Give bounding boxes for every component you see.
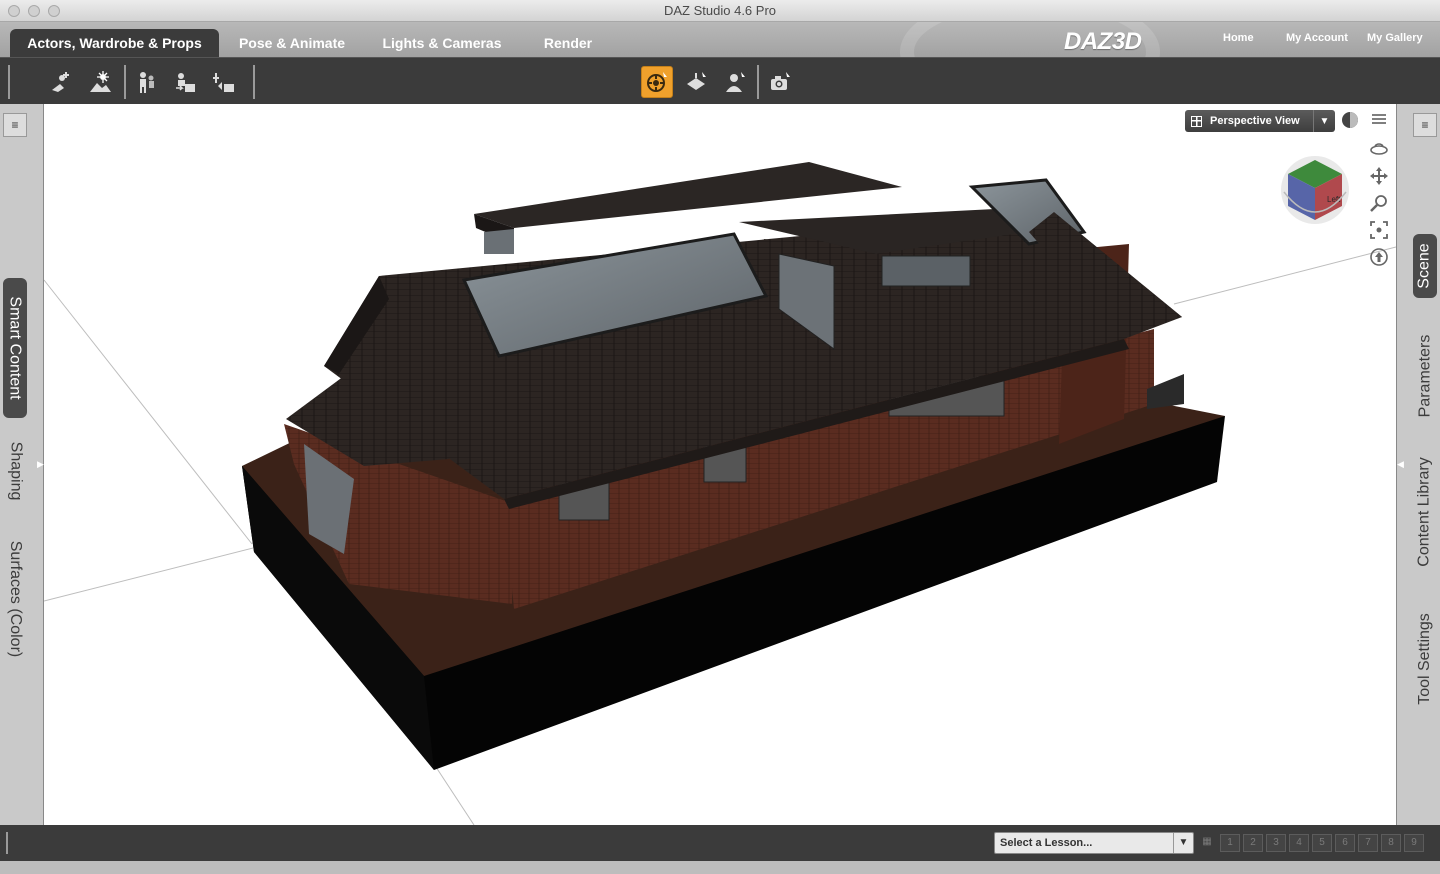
daz3d-logo[interactable]: DAZ3D — [1064, 28, 1142, 56]
main-toolbar — [0, 59, 1440, 104]
status-separator — [6, 832, 8, 854]
rear-window — [484, 229, 514, 254]
lesson-step-button[interactable]: 3 — [1266, 834, 1286, 852]
bottom-edge — [0, 861, 1440, 874]
lesson-step-button[interactable]: 1 — [1220, 834, 1240, 852]
home-link[interactable]: Home — [1223, 32, 1254, 44]
tab-lights-cameras[interactable]: Lights & Cameras — [370, 29, 514, 57]
title-bar: DAZ Studio 4.6 Pro — [0, 0, 1440, 22]
pan-icon[interactable] — [1368, 165, 1390, 187]
toolbar-separator — [124, 65, 126, 99]
scene-tool-icon[interactable] — [680, 66, 712, 98]
left-pane-tabs: ≡ Smart Content Shaping Surfaces (Color)… — [0, 104, 44, 825]
tab-shaping[interactable]: Shaping — [3, 434, 27, 508]
toolbar-separator — [8, 65, 10, 99]
lesson-step-button[interactable]: 8 — [1381, 834, 1401, 852]
lesson-step-button[interactable]: 4 — [1289, 834, 1309, 852]
viewport-options-icon[interactable] — [1368, 109, 1390, 131]
pane-options-icon[interactable]: ≡ — [1413, 113, 1437, 137]
orbit-icon[interactable] — [1368, 137, 1390, 159]
figure-icon[interactable] — [130, 66, 162, 98]
load-prop-icon[interactable] — [208, 66, 240, 98]
scene-render — [44, 162, 1396, 825]
grid-line — [44, 546, 258, 602]
tab-content-library-label: Content Library — [1416, 457, 1434, 567]
lesson-step-button[interactable]: 9 — [1404, 834, 1424, 852]
view-selector-label: Perspective View — [1210, 115, 1300, 127]
grid-line — [433, 763, 475, 825]
chevron-down-icon[interactable]: ▼ — [1173, 833, 1193, 853]
tab-parameters-label: Parameters — [1416, 334, 1434, 418]
tab-parameters[interactable]: Parameters — [1413, 326, 1437, 426]
lesson-step-button[interactable]: 6 — [1335, 834, 1355, 852]
pane-options-icon[interactable]: ≡ — [3, 113, 27, 137]
daz-studio-window: DAZ Studio 4.6 Pro Actors, Wardrobe & Pr… — [0, 0, 1440, 874]
toolbar-separator — [253, 65, 255, 99]
expand-right-pane-icon[interactable]: ◀ — [1397, 459, 1404, 470]
right-pane-tabs: ◀ ≡ Scene Parameters Content Library Too… — [1396, 104, 1440, 825]
figure-tool-icon[interactable] — [719, 66, 751, 98]
room-tab-bar: Actors, Wardrobe & Props Pose & Animate … — [0, 22, 1440, 58]
toolbar-separator — [757, 65, 759, 99]
lesson-select-label: Select a Lesson... — [1000, 837, 1093, 849]
tab-tool-settings-label: Tool Settings — [1416, 613, 1434, 705]
orientation-cube[interactable]: Left — [1280, 152, 1350, 228]
dormer-window — [881, 255, 971, 287]
status-bar: Select a Lesson... ▼ ▦ 1 2 3 4 5 6 7 8 9 — [0, 825, 1440, 861]
tab-render[interactable]: Render — [532, 29, 604, 57]
tab-scene-label: Scene — [1416, 243, 1433, 289]
zoom-icon[interactable] — [1368, 192, 1390, 214]
camera-icon[interactable] — [764, 66, 796, 98]
grid-line — [1173, 246, 1396, 305]
3d-viewport[interactable]: Perspective View ▼ Left — [44, 104, 1396, 825]
environment-icon[interactable] — [84, 66, 116, 98]
tab-surfaces-color[interactable]: Surfaces (Color) — [3, 532, 27, 666]
draw-style-icon[interactable] — [1339, 109, 1361, 131]
my-gallery-link[interactable]: My Gallery — [1367, 32, 1423, 44]
chevron-down-icon[interactable]: ▼ — [1313, 110, 1335, 132]
load-figure-icon[interactable] — [169, 66, 201, 98]
tab-pose-animate[interactable]: Pose & Animate — [226, 29, 358, 57]
viewport-layout-icon — [1191, 115, 1202, 127]
tab-smart-content-label: Smart Content — [7, 296, 24, 400]
lesson-step-button[interactable]: 2 — [1243, 834, 1263, 852]
tab-scene[interactable]: Scene — [1413, 234, 1437, 298]
my-account-link[interactable]: My Account — [1286, 32, 1348, 44]
tab-tool-settings[interactable]: Tool Settings — [1413, 604, 1437, 714]
lesson-grid-icon: ▦ — [1202, 836, 1212, 847]
lesson-step-button[interactable]: 5 — [1312, 834, 1332, 852]
tab-smart-content[interactable]: Smart Content — [3, 278, 27, 418]
reset-icon[interactable] — [1368, 246, 1390, 268]
tab-surfaces-color-label: Surfaces (Color) — [7, 540, 25, 658]
grid-line — [44, 279, 253, 545]
frame-icon[interactable] — [1368, 219, 1390, 241]
tab-shaping-label: Shaping — [7, 441, 24, 501]
tab-actors-wardrobe-props[interactable]: Actors, Wardrobe & Props — [10, 29, 219, 57]
lesson-select[interactable]: Select a Lesson... ▼ — [994, 832, 1194, 854]
view-selector[interactable]: Perspective View ▼ — [1185, 110, 1335, 132]
expand-left-pane-icon[interactable]: ▶ — [37, 459, 44, 470]
universal-tool-icon[interactable] — [641, 66, 673, 98]
window-title: DAZ Studio 4.6 Pro — [664, 3, 776, 18]
tab-content-library[interactable]: Content Library — [1413, 450, 1437, 574]
add-prop-icon[interactable] — [44, 66, 76, 98]
lesson-step-button[interactable]: 7 — [1358, 834, 1378, 852]
